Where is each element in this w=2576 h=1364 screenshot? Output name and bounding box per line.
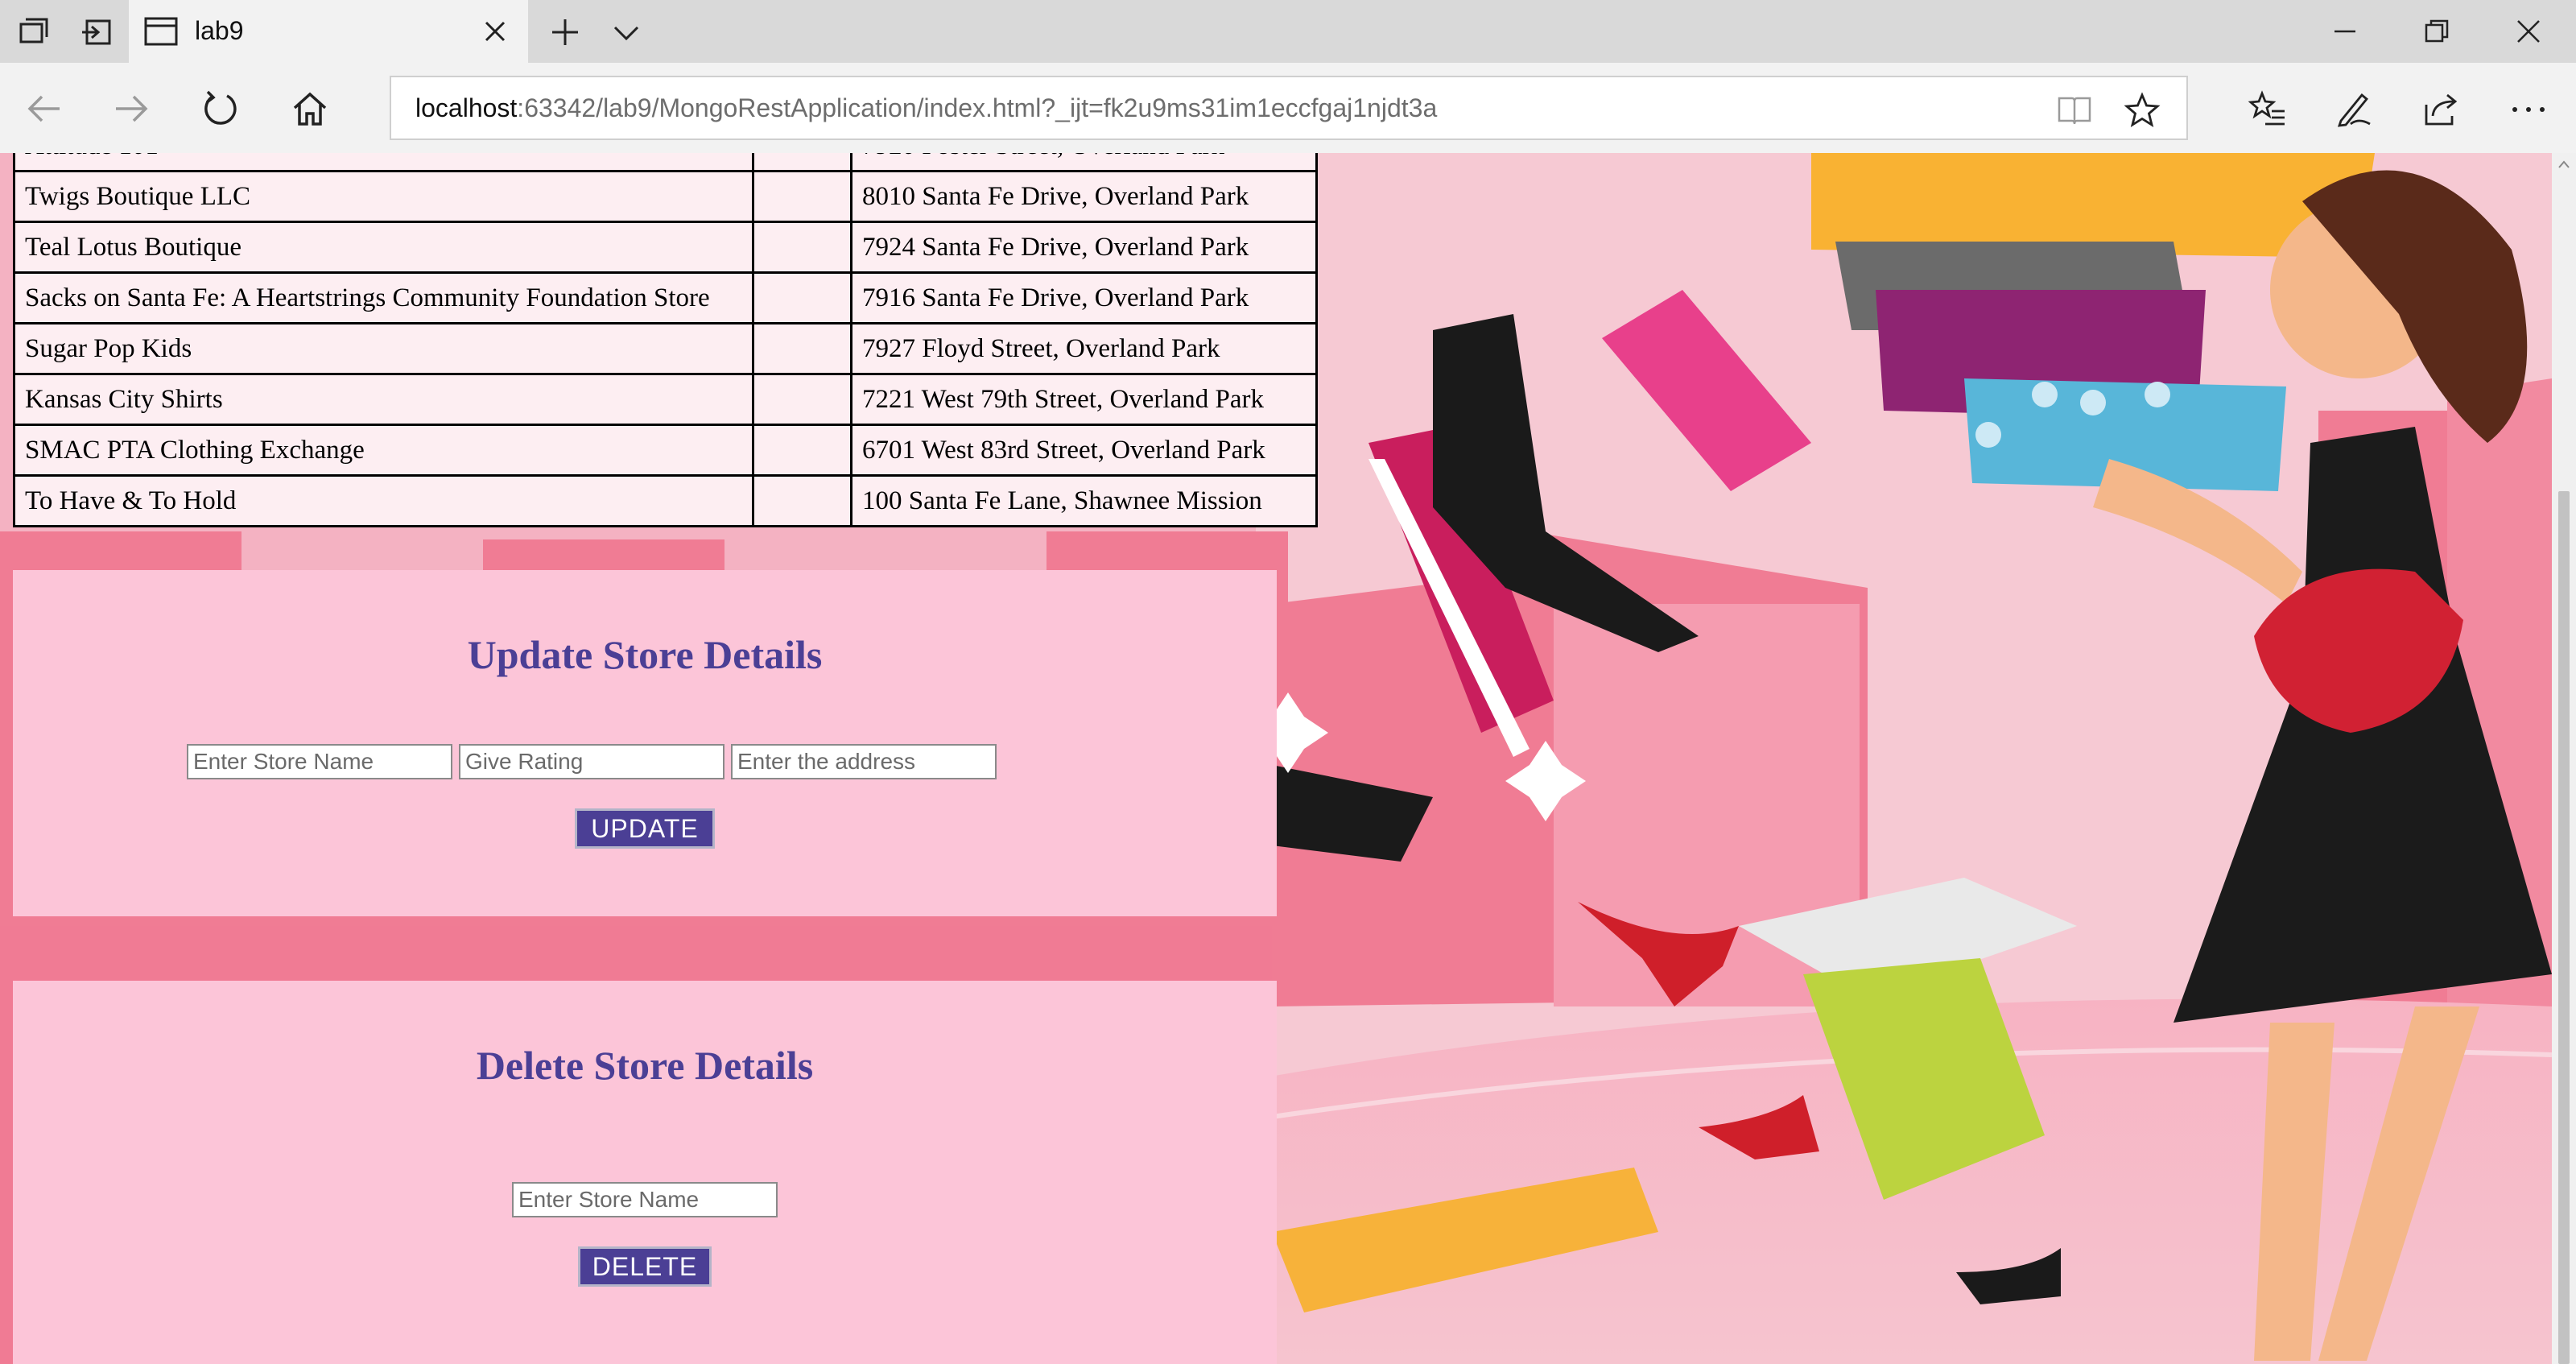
store-name-cell: Attitude 101 — [13, 153, 754, 172]
table-row: To Have & To Hold 100 Santa Fe Lane, Sha… — [13, 474, 1318, 527]
minimize-icon[interactable] — [2326, 13, 2363, 50]
new-tab-icon[interactable] — [547, 14, 583, 50]
back-icon[interactable] — [24, 89, 64, 129]
url-host: localhost — [415, 93, 518, 122]
scrollbar-thumb[interactable] — [2558, 491, 2570, 1364]
table-row: Kansas City Shirts 7221 West 79th Street… — [13, 373, 1318, 426]
page-viewport: Attitude 101 7920 Foster Street, Overlan… — [0, 153, 2552, 1364]
table-row: SMAC PTA Clothing Exchange 6701 West 83r… — [13, 424, 1318, 477]
update-rating-input[interactable] — [459, 744, 724, 779]
restore-icon[interactable] — [2418, 13, 2455, 50]
store-name-cell: Sugar Pop Kids — [13, 322, 754, 375]
reading-view-icon[interactable] — [2056, 92, 2093, 129]
store-address-cell: 7221 West 79th Street, Overland Park — [850, 373, 1318, 426]
update-button[interactable]: UPDATE — [575, 808, 715, 849]
store-rating-cell — [752, 271, 852, 324]
set-aside-tabs-icon[interactable] — [79, 14, 114, 50]
update-store-title: Update Store Details — [467, 632, 823, 677]
store-name-cell: To Have & To Hold — [13, 474, 754, 527]
refresh-icon[interactable] — [200, 89, 240, 129]
favorites-hub-icon[interactable] — [2248, 89, 2288, 129]
chevron-down-icon[interactable] — [609, 14, 644, 50]
store-address-cell: 6701 West 83rd Street, Overland Park — [850, 424, 1318, 477]
store-name-cell: Kansas City Shirts — [13, 373, 754, 426]
store-address-cell: 8010 Santa Fe Drive, Overland Park — [850, 170, 1318, 223]
vertical-scrollbar[interactable] — [2552, 153, 2576, 1364]
store-name-cell: Twigs Boutique LLC — [13, 170, 754, 223]
table-row: Sugar Pop Kids 7927 Floyd Street, Overla… — [13, 322, 1318, 375]
store-rating-cell — [752, 474, 852, 527]
browser-tab[interactable]: lab9 — [129, 0, 528, 63]
tab-list-icon[interactable] — [16, 14, 52, 50]
scroll-up-arrow-icon[interactable] — [2557, 158, 2571, 172]
store-rating-cell — [752, 170, 852, 223]
store-address-cell: 7924 Santa Fe Drive, Overland Park — [850, 221, 1318, 274]
store-name-cell: Sacks on Santa Fe: A Heartstrings Commun… — [13, 271, 754, 324]
table-row: Twigs Boutique LLC 8010 Santa Fe Drive, … — [13, 170, 1318, 223]
favorite-star-icon[interactable] — [2124, 92, 2161, 129]
browser-title-bar: lab9 — [0, 0, 2576, 63]
share-icon[interactable] — [2421, 89, 2462, 129]
delete-store-panel: Delete Store Details DELETE — [13, 981, 1277, 1364]
stores-table: Attitude 101 7920 Foster Street, Overlan… — [13, 153, 1318, 527]
store-name-cell: SMAC PTA Clothing Exchange — [13, 424, 754, 477]
url-path: :63342/lab9/MongoRestApplication/index.h… — [517, 93, 1438, 122]
delete-store-name-input[interactable] — [512, 1182, 778, 1217]
store-name-cell: Teal Lotus Boutique — [13, 221, 754, 274]
store-rating-cell — [752, 322, 852, 375]
store-rating-cell — [752, 221, 852, 274]
table-row: Sacks on Santa Fe: A Heartstrings Commun… — [13, 271, 1318, 324]
store-address-cell: 7916 Santa Fe Drive, Overland Park — [850, 271, 1318, 324]
forward-icon[interactable] — [111, 89, 151, 129]
store-address-cell: 100 Santa Fe Lane, Shawnee Mission — [850, 474, 1318, 527]
store-rating-cell — [752, 424, 852, 477]
home-icon[interactable] — [290, 89, 330, 129]
store-address-cell: 7927 Floyd Street, Overland Park — [850, 322, 1318, 375]
close-window-icon[interactable] — [2510, 13, 2547, 50]
delete-store-title: Delete Store Details — [476, 1043, 814, 1088]
page-icon — [144, 17, 178, 46]
close-tab-icon[interactable] — [483, 19, 507, 43]
table-row: Teal Lotus Boutique 7924 Santa Fe Drive,… — [13, 221, 1318, 274]
navigation-bar: localhost:63342/lab9/MongoRestApplicatio… — [0, 63, 2576, 153]
pen-icon[interactable] — [2334, 89, 2375, 129]
update-store-panel: Update Store Details UPDATE — [13, 570, 1277, 916]
table-row: Attitude 101 7920 Foster Street, Overlan… — [13, 153, 1318, 172]
store-address-cell: 7920 Foster Street, Overland Park — [850, 153, 1318, 172]
update-store-name-input[interactable] — [187, 744, 452, 779]
url-text[interactable]: localhost:63342/lab9/MongoRestApplicatio… — [415, 93, 1437, 123]
store-rating-cell — [752, 373, 852, 426]
delete-button[interactable]: DELETE — [578, 1246, 712, 1287]
tab-title: lab9 — [195, 16, 244, 45]
more-menu-icon[interactable] — [2508, 89, 2549, 129]
address-bar[interactable]: localhost:63342/lab9/MongoRestApplicatio… — [390, 76, 2188, 140]
update-address-input[interactable] — [731, 744, 997, 779]
store-rating-cell — [752, 153, 852, 172]
